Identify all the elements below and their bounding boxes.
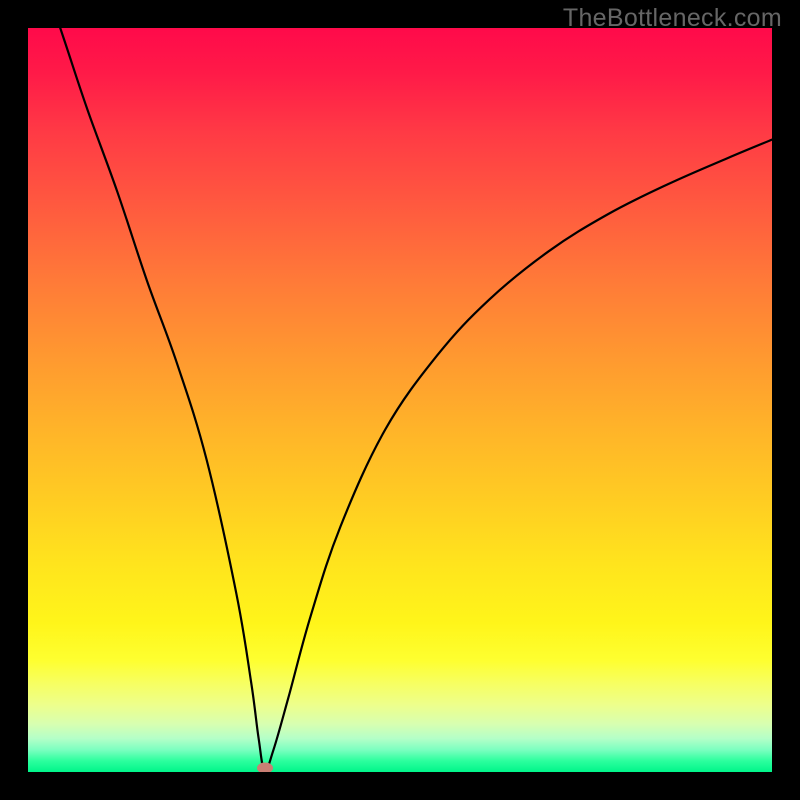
bottleneck-curve-line bbox=[28, 28, 772, 772]
watermark-label: TheBottleneck.com bbox=[563, 4, 782, 33]
chart-plot-area bbox=[28, 28, 772, 772]
minimum-marker-dot bbox=[257, 763, 273, 772]
